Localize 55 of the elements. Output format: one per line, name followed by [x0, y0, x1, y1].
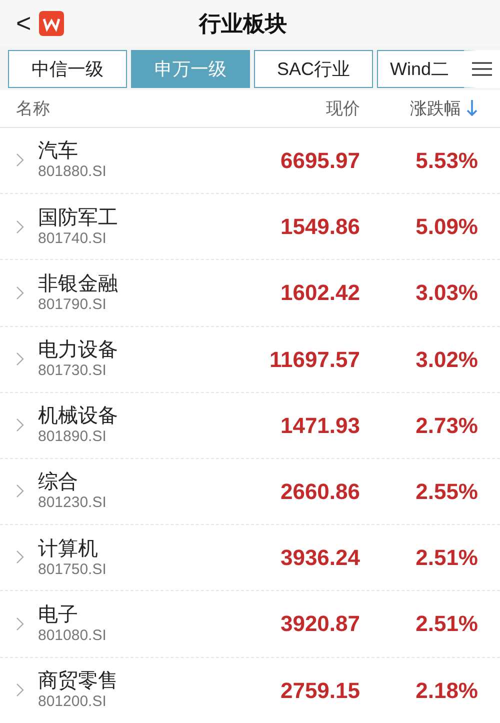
price-cell: 2660.86 — [280, 479, 360, 504]
chevron-icon — [16, 352, 24, 366]
price-cell: 6695.97 — [280, 148, 360, 174]
price-cell: 2759.15 — [280, 678, 360, 703]
change-cell: 3.03% — [416, 280, 478, 306]
chevron-icon — [16, 153, 24, 168]
sector-name: 电力设备 — [38, 339, 118, 362]
price-cell: 1471.93 — [280, 412, 360, 438]
menu-icon — [472, 62, 492, 76]
sector-name: 商贸零售 — [38, 670, 118, 692]
chevron-icon — [16, 550, 24, 564]
tab[interactable]: 中信一级 — [8, 50, 127, 88]
column-header[interactable]: 名称 — [16, 98, 50, 118]
chevron-icon — [16, 220, 24, 234]
app-logo-icon — [39, 10, 64, 36]
sector-code: 801890.SI — [38, 428, 106, 446]
sector-code: 801750.SI — [38, 560, 106, 578]
sector-code: 801790.SI — [38, 296, 106, 313]
column-header[interactable]: 现价 — [326, 98, 360, 118]
chevron-icon — [16, 418, 24, 432]
change-cell: 2.51% — [416, 545, 478, 570]
column-header[interactable]: 涨跌幅 — [410, 98, 461, 118]
sector-code: 801880.SI — [38, 163, 106, 180]
sector-name: 机械设备 — [38, 405, 118, 428]
chevron-icon — [16, 616, 24, 631]
change-cell: 2.51% — [416, 611, 478, 636]
sector-code: 801230.SI — [38, 494, 106, 512]
price-cell: 3936.24 — [280, 545, 360, 570]
chevron-icon — [16, 682, 24, 697]
change-cell: 2.55% — [416, 479, 478, 504]
change-cell: 5.53% — [416, 148, 478, 174]
change-cell: 2.18% — [416, 678, 478, 703]
change-cell: 2.73% — [416, 412, 478, 438]
tab[interactable]: SAC行业 — [254, 50, 373, 88]
sector-code: 801740.SI — [38, 230, 106, 247]
price-cell: 3920.87 — [280, 611, 360, 636]
sector-code: 801080.SI — [38, 626, 106, 644]
change-cell: 3.02% — [416, 346, 478, 372]
sector-name: 计算机 — [38, 538, 98, 560]
price-cell: 11697.57 — [269, 346, 360, 372]
sector-name: 国防军工 — [38, 206, 118, 229]
sector-code: 801200.SI — [38, 692, 106, 710]
sector-name: 综合 — [38, 471, 78, 494]
sector-name: 非银金融 — [38, 272, 118, 295]
price-cell: 1549.86 — [280, 214, 360, 240]
sector-name: 汽车 — [38, 140, 78, 162]
sector-code: 801730.SI — [38, 362, 106, 380]
chevron-icon — [16, 286, 24, 300]
sector-name: 电子 — [38, 604, 78, 626]
price-cell: 1602.42 — [280, 280, 360, 306]
back-button[interactable]: < — [16, 10, 32, 36]
change-cell: 5.09% — [416, 214, 478, 240]
menu-button[interactable] — [464, 50, 500, 88]
chevron-icon — [16, 484, 24, 498]
page-title: 行业板块 — [199, 10, 288, 36]
